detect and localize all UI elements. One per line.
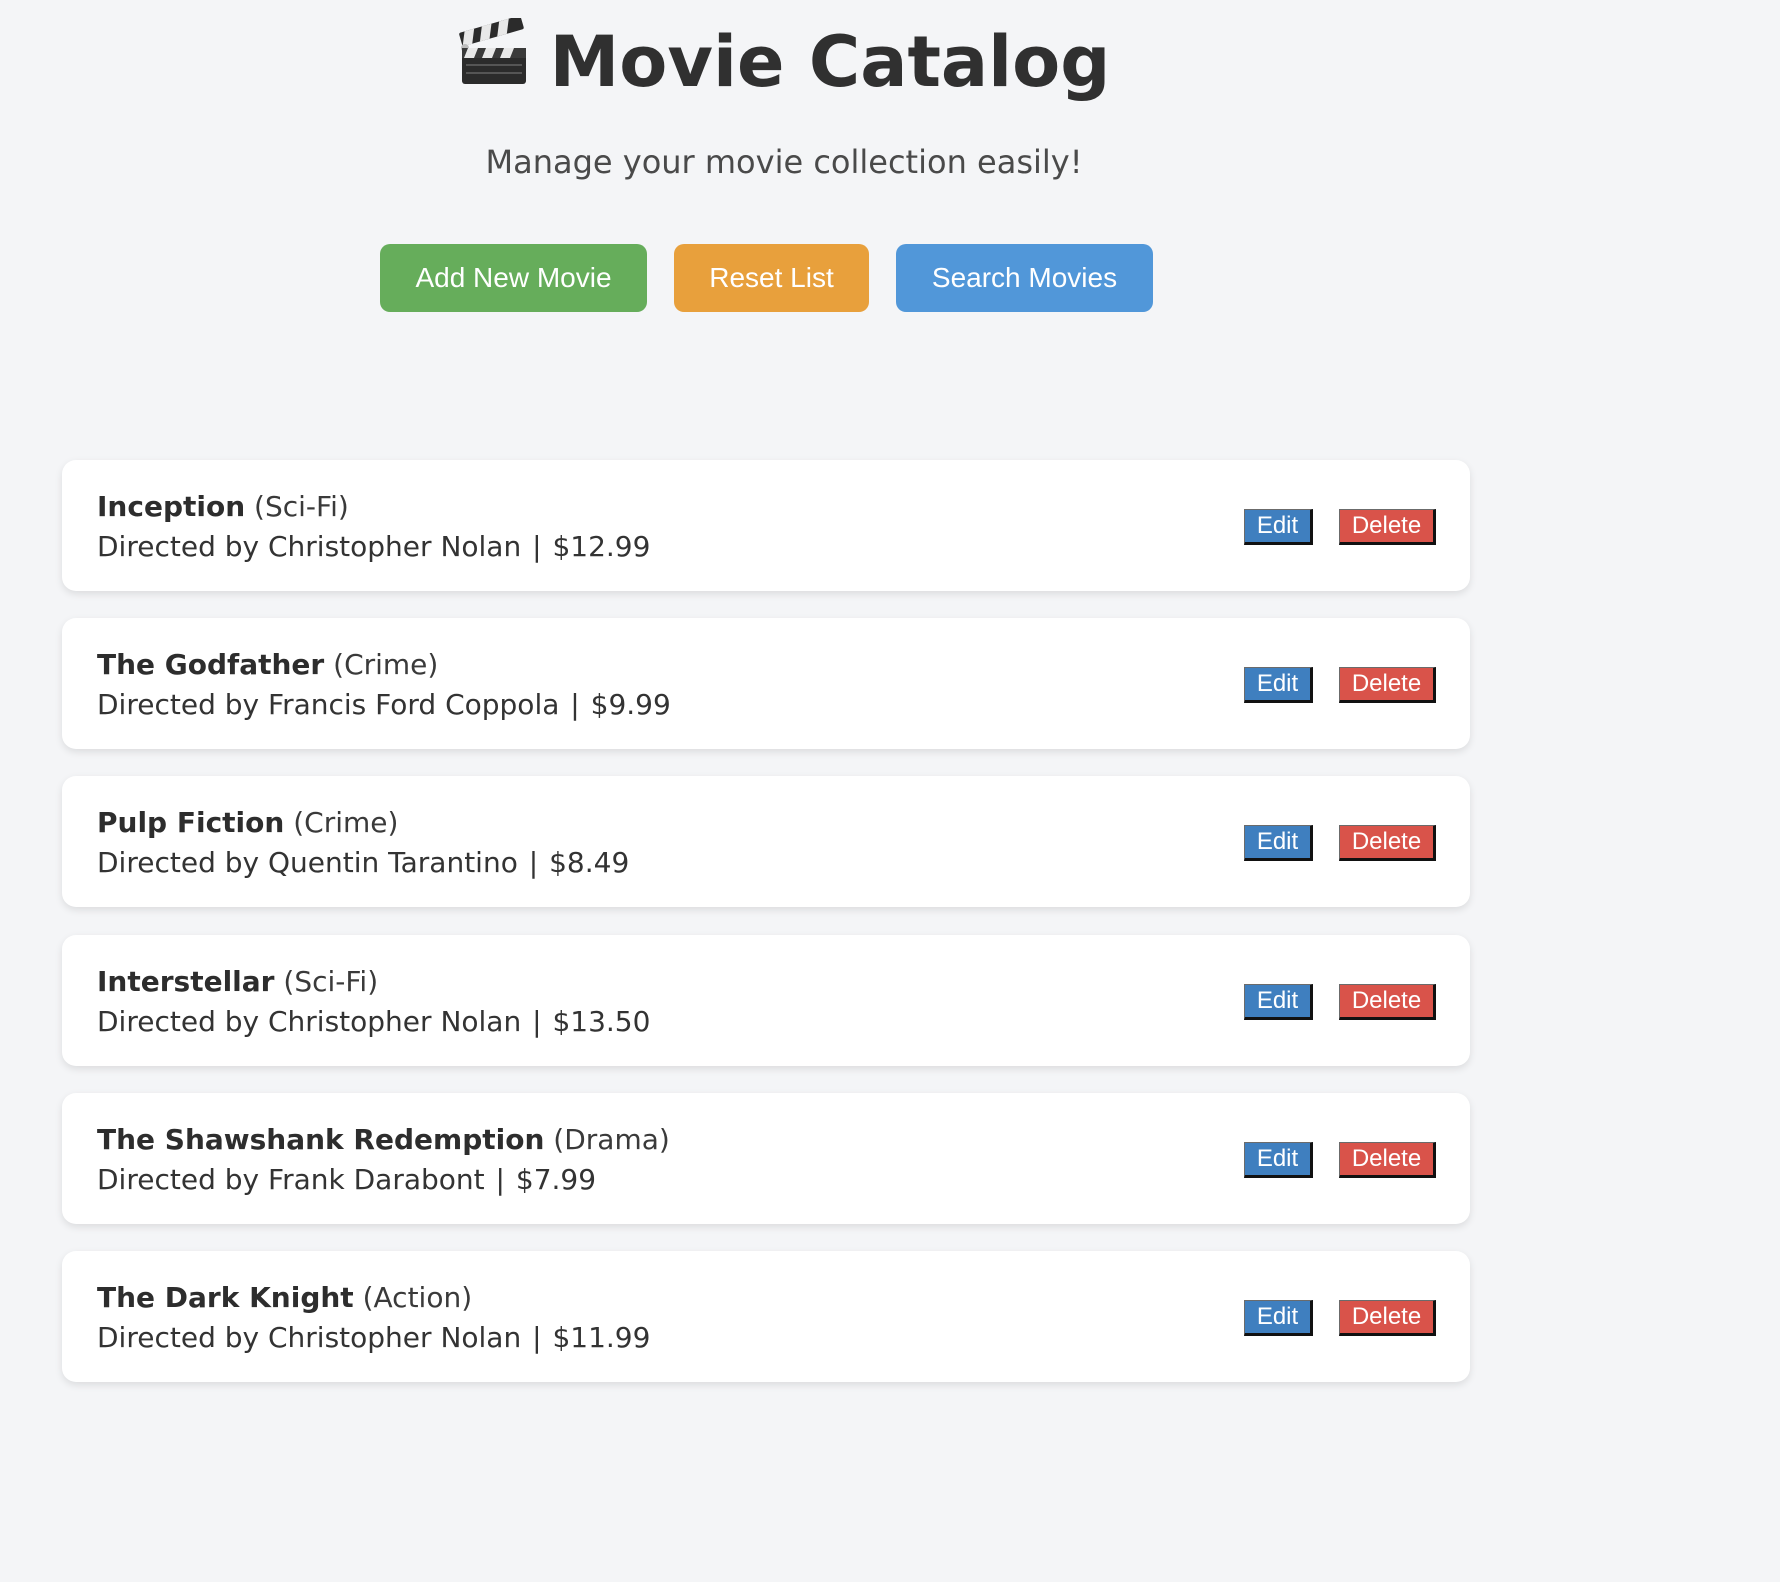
movie-director: Christopher Nolan xyxy=(268,530,522,563)
movie-info: Interstellar (Sci-Fi) Directed by Christ… xyxy=(97,962,650,1042)
separator: | xyxy=(528,846,539,879)
delete-button[interactable]: Delete xyxy=(1339,509,1436,545)
movie-info: The Dark Knight (Action) Directed by Chr… xyxy=(97,1278,650,1358)
page-title: Movie Catalog xyxy=(0,15,1568,110)
search-movies-button[interactable]: Search Movies xyxy=(896,244,1153,312)
movie-genre: (Drama) xyxy=(553,1123,670,1156)
movie-info: The Shawshank Redemption (Drama) Directe… xyxy=(97,1120,670,1200)
movie-price: $9.99 xyxy=(590,688,671,721)
edit-button[interactable]: Edit xyxy=(1244,1300,1313,1336)
movie-info: Pulp Fiction (Crime) Directed by Quentin… xyxy=(97,803,629,883)
reset-list-button[interactable]: Reset List xyxy=(674,244,869,312)
movie-title: Pulp Fiction xyxy=(97,806,285,839)
movie-title: Inception xyxy=(97,490,246,523)
movie-info: The Godfather (Crime) Directed by Franci… xyxy=(97,645,671,725)
movie-genre: (Sci-Fi) xyxy=(254,490,349,523)
movie-genre: (Action) xyxy=(362,1281,473,1314)
movie-director: Francis Ford Coppola xyxy=(268,688,560,721)
edit-button[interactable]: Edit xyxy=(1244,509,1313,545)
directed-by-label: Directed by xyxy=(97,846,260,879)
movie-director: Christopher Nolan xyxy=(268,1005,522,1038)
edit-button[interactable]: Edit xyxy=(1244,667,1313,703)
movie-director: Christopher Nolan xyxy=(268,1321,522,1354)
add-movie-button[interactable]: Add New Movie xyxy=(380,244,647,312)
movie-price: $13.50 xyxy=(552,1005,651,1038)
movie-director: Frank Darabont xyxy=(268,1163,485,1196)
movie-genre: (Crime) xyxy=(333,648,439,681)
movie-card: The Shawshank Redemption (Drama) Directe… xyxy=(62,1093,1470,1224)
separator: | xyxy=(570,688,580,721)
separator: | xyxy=(495,1163,505,1196)
directed-by-label: Directed by xyxy=(97,688,260,721)
page-title-text: Movie Catalog xyxy=(549,21,1111,103)
separator: | xyxy=(532,1005,542,1038)
delete-button[interactable]: Delete xyxy=(1339,1300,1436,1336)
movie-title: The Dark Knight xyxy=(97,1281,354,1314)
directed-by-label: Directed by xyxy=(97,1321,260,1354)
edit-button[interactable]: Edit xyxy=(1244,1142,1313,1178)
movie-genre: (Crime) xyxy=(293,806,399,839)
edit-button[interactable]: Edit xyxy=(1244,984,1313,1020)
movie-card: Pulp Fiction (Crime) Directed by Quentin… xyxy=(62,776,1470,907)
movie-card: Inception (Sci-Fi) Directed by Christoph… xyxy=(62,460,1470,591)
movie-info: Inception (Sci-Fi) Directed by Christoph… xyxy=(97,487,650,567)
movie-title: The Shawshank Redemption xyxy=(97,1123,545,1156)
separator: | xyxy=(532,1321,542,1354)
movie-genre: (Sci-Fi) xyxy=(283,965,379,998)
delete-button[interactable]: Delete xyxy=(1339,825,1436,861)
movie-director: Quentin Tarantino xyxy=(268,846,518,879)
movie-card: The Dark Knight (Action) Directed by Chr… xyxy=(62,1251,1470,1382)
movie-price: $11.99 xyxy=(552,1321,651,1354)
movie-card: Interstellar (Sci-Fi) Directed by Christ… xyxy=(62,935,1470,1066)
movie-card: The Godfather (Crime) Directed by Franci… xyxy=(62,618,1470,749)
directed-by-label: Directed by xyxy=(97,530,260,563)
directed-by-label: Directed by xyxy=(97,1163,260,1196)
clapperboard-icon xyxy=(458,15,530,104)
delete-button[interactable]: Delete xyxy=(1339,984,1436,1020)
delete-button[interactable]: Delete xyxy=(1339,667,1436,703)
movie-title: The Godfather xyxy=(97,648,325,681)
directed-by-label: Directed by xyxy=(97,1005,260,1038)
edit-button[interactable]: Edit xyxy=(1244,825,1313,861)
page-subtitle: Manage your movie collection easily! xyxy=(485,143,1083,181)
action-bar: Add New Movie Reset List Search Movies xyxy=(0,244,1568,312)
separator: | xyxy=(532,530,542,563)
movie-title: Interstellar xyxy=(97,965,275,998)
delete-button[interactable]: Delete xyxy=(1339,1142,1436,1178)
movie-price: $12.99 xyxy=(552,530,651,563)
movie-price: $8.49 xyxy=(549,846,630,879)
movie-price: $7.99 xyxy=(515,1163,597,1196)
